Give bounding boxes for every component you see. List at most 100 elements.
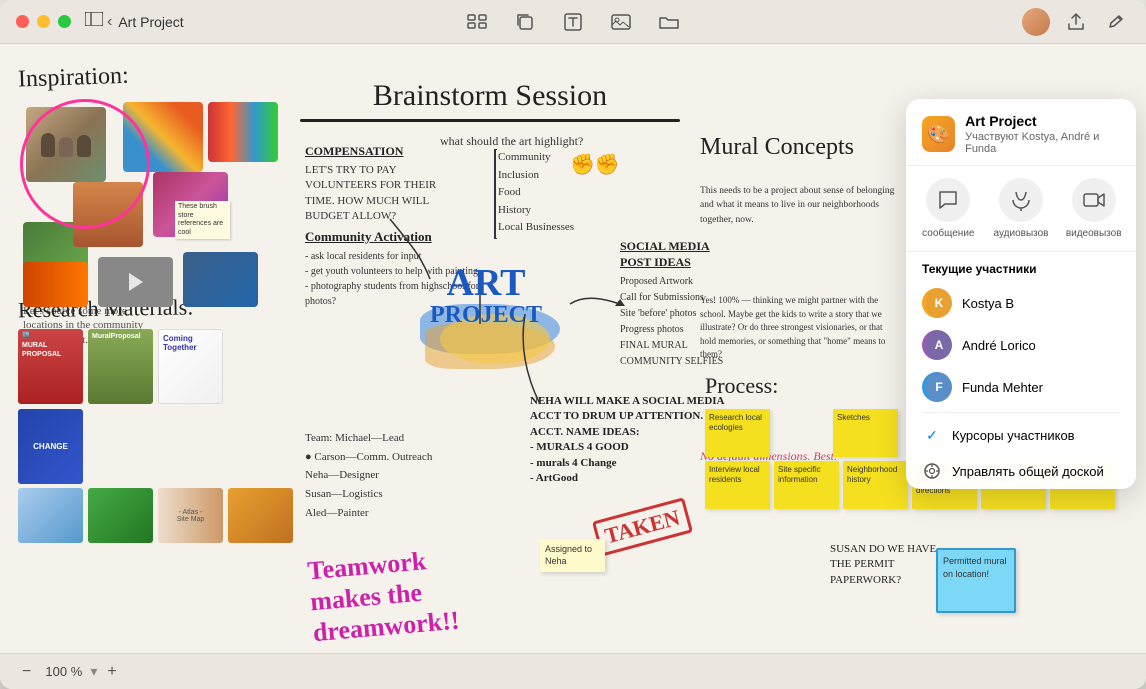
sticky-site-specific: Site specific information bbox=[774, 461, 839, 509]
permitted-mural-note: Permitted mural on location! bbox=[936, 548, 1016, 613]
manage-board-menu-item[interactable]: Управлять общей доской bbox=[906, 453, 1136, 489]
manage-icon bbox=[922, 461, 942, 481]
research-thumb-1 bbox=[18, 488, 83, 543]
photo-7 bbox=[23, 262, 88, 307]
user-avatar[interactable] bbox=[1022, 8, 1050, 36]
video-action-btn[interactable]: видеовызов bbox=[1061, 178, 1126, 239]
inspiration-section: Inspiration: bbox=[18, 62, 278, 307]
titlebar-right bbox=[1022, 8, 1130, 36]
close-button[interactable] bbox=[16, 15, 29, 28]
canvas-area: Inspiration: bbox=[0, 44, 1146, 653]
message-label: сообщение bbox=[922, 228, 974, 239]
sticky-research-ecologies: Research local ecologies bbox=[705, 409, 770, 457]
zoom-controls: − 100 % ▾ + bbox=[16, 661, 123, 683]
participant-kostya[interactable]: K Kostya B bbox=[906, 282, 1136, 324]
duplicate-icon[interactable] bbox=[511, 8, 539, 36]
window-title: Art Project bbox=[118, 14, 183, 30]
community-activation-title: Community Activation bbox=[305, 229, 480, 245]
photo-2 bbox=[123, 102, 203, 172]
zoom-level: 100 % bbox=[41, 664, 86, 679]
titlebar: ‹ Art Project bbox=[0, 0, 1146, 44]
inspiration-photos: These brush store references are cool bbox=[18, 97, 278, 307]
mural-concepts-text2: Yes! 100% — thinking we might partner wi… bbox=[700, 294, 900, 362]
sticky-neighborhood: Neighborhood history bbox=[843, 461, 908, 509]
manage-board-label: Управлять общей доской bbox=[952, 464, 1104, 479]
sidebar-toggle[interactable] bbox=[85, 12, 103, 31]
panel-header-info: Art Project Участвуют Kostya, André и Fu… bbox=[965, 113, 1120, 155]
team-section: Team: Michael—Lead ● Carson—Comm. Outrea… bbox=[305, 429, 505, 522]
research-book-1: 🏙️ MURALPROPOSAL bbox=[18, 329, 83, 404]
back-button[interactable]: ‹ bbox=[103, 11, 116, 33]
panel-divider bbox=[922, 412, 1120, 413]
research-book-2: MuralProposal bbox=[88, 329, 153, 404]
participant-funda[interactable]: F Funda Mehter bbox=[906, 366, 1136, 408]
andre-avatar: A bbox=[922, 330, 952, 360]
minimize-button[interactable] bbox=[37, 15, 50, 28]
zoom-button[interactable] bbox=[58, 15, 71, 28]
collab-panel: 🎨 Art Project Участвуют Kostya, André и … bbox=[906, 99, 1136, 489]
zoom-dropdown-icon[interactable]: ▾ bbox=[90, 663, 97, 680]
community-list: Community Inclusion Food History Local B… bbox=[498, 149, 574, 237]
research-thumb-4 bbox=[228, 488, 293, 543]
social-media-title: SOCIAL MEDIAPOST IDEAS bbox=[620, 239, 795, 270]
compensation-title: COMPENSATION bbox=[305, 144, 465, 159]
folder-icon[interactable] bbox=[655, 8, 683, 36]
research-book-3: ComingTogether bbox=[158, 329, 223, 404]
sticky-interview: Interview local residents bbox=[705, 461, 770, 509]
check-icon: ✓ bbox=[922, 425, 942, 445]
photo-3 bbox=[73, 182, 143, 247]
participants-section-title: Текущие участники bbox=[906, 252, 1136, 282]
research-book-change: CHANGE bbox=[18, 409, 83, 484]
research-thumbnails: 🏙️ MURALPROPOSAL MuralProposal ComingTog… bbox=[18, 329, 278, 484]
assigned-neha-note: Assigned to Neha bbox=[540, 539, 605, 572]
text-icon[interactable] bbox=[559, 8, 587, 36]
research-thumbnails-row2: - Atlas -Site Map bbox=[18, 488, 293, 543]
mural-concepts-title: Mural Concepts bbox=[700, 134, 854, 161]
participant-andre[interactable]: A André Lorico bbox=[906, 324, 1136, 366]
taken-stamp: TAKEN bbox=[592, 497, 693, 556]
video-label: видеовызов bbox=[1066, 228, 1122, 239]
art-project-center: ART PROJECT bbox=[430, 264, 542, 329]
photo-1 bbox=[26, 107, 106, 182]
share-icon[interactable] bbox=[1062, 8, 1090, 36]
research-thumb-3: - Atlas -Site Map bbox=[158, 488, 223, 543]
panel-title: Art Project bbox=[965, 113, 1120, 129]
panel-header: 🎨 Art Project Участвуют Kostya, André и … bbox=[906, 99, 1136, 166]
audio-action-btn[interactable]: аудиовызов bbox=[989, 178, 1054, 239]
grid-view-icon[interactable] bbox=[463, 8, 491, 36]
audio-label: аудиовызов bbox=[994, 228, 1049, 239]
panel-app-icon: 🎨 bbox=[922, 116, 955, 152]
bracket bbox=[494, 149, 497, 239]
cursors-menu-item[interactable]: ✓ Курсоры участников bbox=[906, 417, 1136, 453]
andre-name: André Lorico bbox=[962, 338, 1036, 353]
photo-6: These brush store references are cool bbox=[153, 172, 228, 237]
edit-icon[interactable] bbox=[1102, 8, 1130, 36]
bottom-bar: − 100 % ▾ + bbox=[0, 653, 1146, 689]
funda-avatar: F bbox=[922, 372, 952, 402]
kostya-name: Kostya B bbox=[962, 296, 1014, 311]
research-thumb-2 bbox=[88, 488, 153, 543]
project-text: PROJECT bbox=[430, 302, 542, 329]
media-icon[interactable] bbox=[607, 8, 635, 36]
art-text: ART bbox=[430, 264, 542, 302]
photo-8 bbox=[98, 257, 173, 307]
kostya-avatar: K bbox=[922, 288, 952, 318]
zoom-in-button[interactable]: + bbox=[101, 661, 122, 683]
photo-note: These brush store references are cool bbox=[175, 201, 230, 239]
zoom-out-button[interactable]: − bbox=[16, 661, 37, 683]
compensation-text: LET'S TRY TO PAY VOLUNTEERS FOR THEIR TI… bbox=[305, 163, 465, 225]
sticky-spacer bbox=[774, 409, 829, 457]
message-action-btn[interactable]: сообщение bbox=[916, 178, 981, 239]
team-text: Team: Michael—Lead ● Carson—Comm. Outrea… bbox=[305, 429, 505, 522]
brainstorm-underline bbox=[300, 119, 680, 122]
cursors-label: Курсоры участников bbox=[952, 428, 1075, 443]
panel-actions: сообщение аудиовызов bbox=[906, 166, 1136, 252]
what-art-highlight: what should the art highlight? bbox=[440, 134, 640, 149]
sticky-sketches: Sketches bbox=[833, 409, 898, 457]
traffic-lights bbox=[16, 15, 71, 28]
photo-9 bbox=[183, 252, 258, 307]
mural-concepts-text: This needs to be a project about sense o… bbox=[700, 184, 900, 227]
audio-icon-circle bbox=[999, 178, 1043, 222]
video-icon-circle bbox=[1072, 178, 1116, 222]
teamwork-text: Teamworkmakes thedreamwork!! bbox=[306, 543, 460, 649]
